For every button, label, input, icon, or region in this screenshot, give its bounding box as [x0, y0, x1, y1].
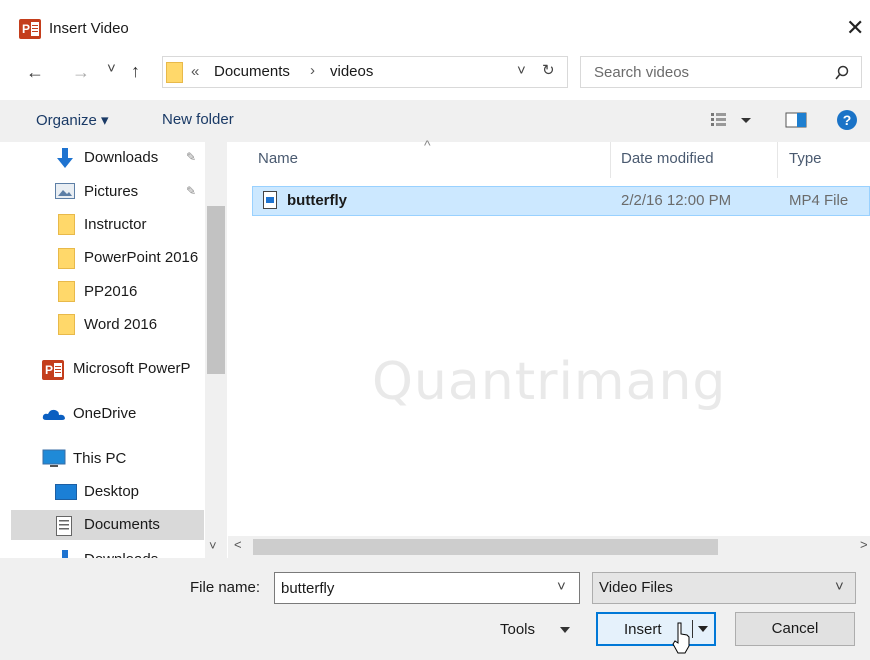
sidebar-item-instructor[interactable]: Instructor	[84, 211, 147, 239]
insert-dropdown-icon[interactable]	[697, 625, 709, 633]
column-header-type[interactable]: Type	[789, 150, 822, 167]
insert-button[interactable]: Insert	[596, 612, 716, 646]
window-title: Insert Video	[49, 20, 129, 37]
refresh-icon[interactable]: ↻	[542, 61, 555, 79]
folder-icon	[58, 214, 75, 235]
file-type-cell: MP4 File	[789, 192, 849, 209]
column-divider[interactable]	[777, 142, 778, 178]
folder-icon	[58, 248, 75, 269]
watermark-logo: Quantrimang	[372, 352, 727, 412]
scroll-right-icon[interactable]: >	[860, 537, 868, 552]
download-arrow-icon	[57, 148, 73, 168]
file-name-value[interactable]: butterfly	[281, 580, 334, 597]
cancel-button[interactable]: Cancel	[735, 612, 855, 646]
new-folder-button[interactable]: New folder	[162, 111, 234, 128]
folder-icon	[166, 62, 183, 83]
pictures-icon	[55, 183, 75, 199]
column-header-date-modified[interactable]: Date modified	[621, 150, 714, 167]
close-icon[interactable]: ✕	[846, 15, 864, 41]
recent-locations-icon[interactable]: ˅	[107, 60, 116, 77]
split-divider	[692, 620, 693, 638]
pin-icon: ✎	[186, 184, 197, 198]
file-name-label: File name:	[190, 579, 261, 596]
file-name-dropdown-icon[interactable]: ˅	[557, 578, 566, 595]
breadcrumb-separator-icon[interactable]: ›	[310, 62, 315, 79]
sidebar-item-word-2016[interactable]: Word 2016	[84, 311, 157, 339]
column-header-name[interactable]: Name	[258, 150, 298, 167]
sidebar-item-pp2016[interactable]: PP2016	[84, 278, 137, 306]
horizontal-scroll-thumb[interactable]	[253, 539, 718, 555]
video-file-icon	[263, 191, 277, 209]
sidebar-item-powerpoint-2016[interactable]: PowerPoint 2016	[84, 244, 204, 272]
view-options-icon[interactable]	[710, 112, 756, 128]
mouse-cursor-icon	[672, 622, 690, 654]
desktop-icon	[55, 484, 77, 500]
breadcrumb-overflow-icon[interactable]: «	[191, 63, 199, 80]
insert-button-label: Insert	[624, 621, 662, 638]
sidebar-item-desktop[interactable]: Desktop	[84, 478, 139, 506]
up-arrow-icon[interactable]: ↑	[131, 61, 140, 82]
preview-pane-icon[interactable]	[785, 112, 807, 128]
powerpoint-icon: P	[42, 360, 64, 380]
cloud-icon	[42, 409, 65, 420]
address-dropdown-icon[interactable]: ˅	[517, 62, 526, 79]
back-arrow-icon[interactable]: ←	[26, 62, 44, 83]
sidebar-item-onedrive[interactable]: OneDrive	[73, 400, 136, 428]
organize-button[interactable]: Organize ▾	[36, 111, 109, 129]
sidebar-item-documents[interactable]: Documents	[84, 511, 160, 539]
column-divider[interactable]	[610, 142, 611, 178]
forward-arrow-icon[interactable]: →	[72, 62, 90, 83]
title-bar	[0, 0, 870, 52]
breadcrumb-videos[interactable]: videos	[330, 63, 373, 80]
tools-dropdown-icon[interactable]	[559, 626, 571, 634]
file-name-cell[interactable]: butterfly	[287, 192, 347, 209]
sidebar-item-this-pc[interactable]: This PC	[73, 445, 126, 473]
help-icon[interactable]: ?	[836, 109, 858, 131]
powerpoint-app-icon: P	[19, 19, 41, 39]
sidebar-item-downloads[interactable]: Downloads	[84, 144, 158, 172]
folder-icon	[58, 314, 75, 335]
scroll-left-icon[interactable]: <	[234, 537, 242, 552]
sidebar-scroll-thumb[interactable]	[207, 206, 225, 374]
search-icon[interactable]	[834, 65, 850, 81]
computer-icon	[42, 449, 66, 467]
sidebar-item-microsoft-powerpoint[interactable]: Microsoft PowerP	[73, 355, 203, 383]
file-type-dropdown-icon[interactable]: ˅	[835, 578, 844, 595]
file-type-value[interactable]: Video Files	[599, 579, 673, 596]
documents-icon	[56, 516, 72, 536]
scroll-down-icon[interactable]: ˅	[209, 538, 217, 553]
tools-button[interactable]: Tools	[500, 621, 535, 638]
folder-icon	[58, 281, 75, 302]
breadcrumb-documents[interactable]: Documents	[214, 63, 290, 80]
search-placeholder: Search videos	[594, 64, 690, 81]
svg-text:?: ?	[843, 112, 852, 128]
pin-icon: ✎	[186, 150, 197, 164]
sidebar-item-pictures[interactable]: Pictures	[84, 178, 138, 206]
file-date-cell: 2/2/16 12:00 PM	[621, 192, 732, 209]
sort-ascending-icon: ^	[424, 137, 431, 153]
